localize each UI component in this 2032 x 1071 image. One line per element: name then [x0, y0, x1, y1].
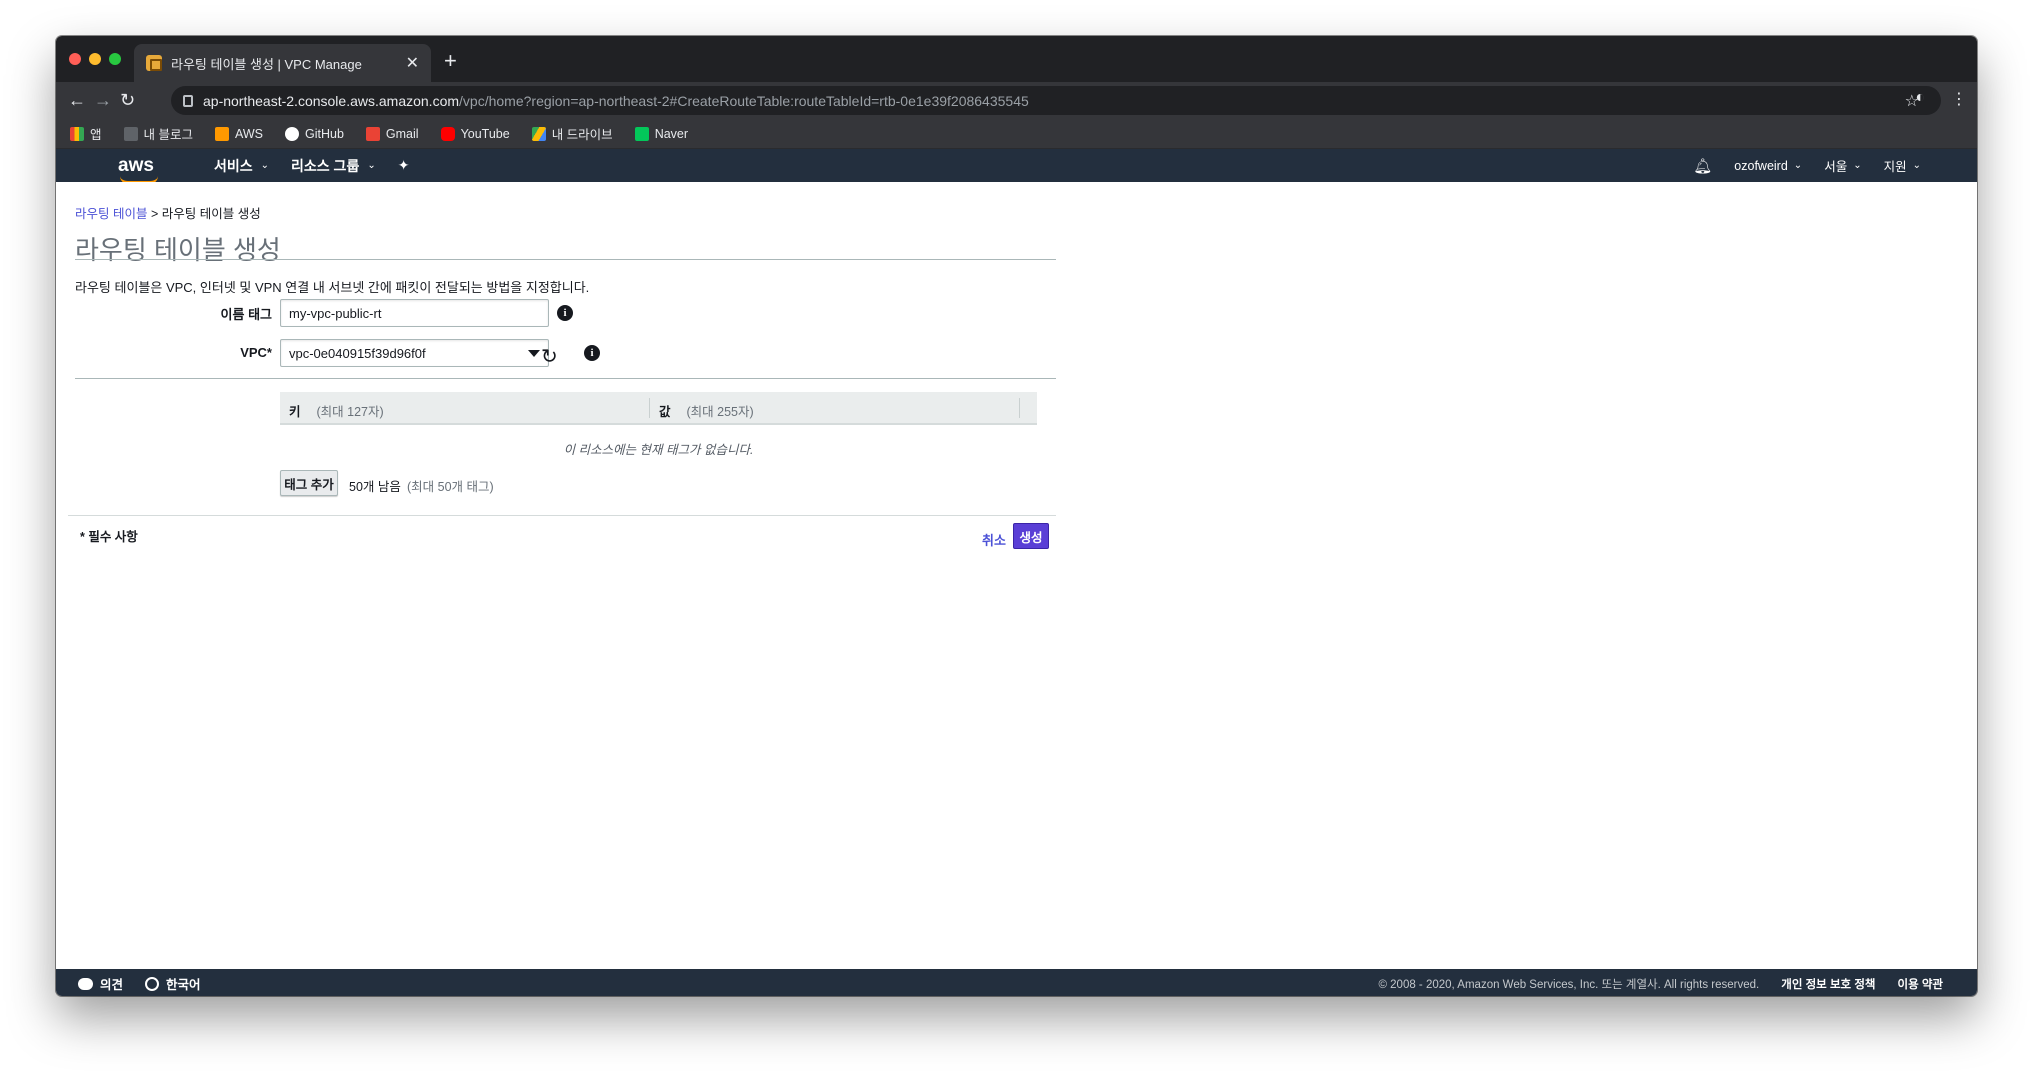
more-menu-icon[interactable]: ⋮	[1951, 89, 1967, 109]
minimize-window-button[interactable]	[89, 53, 101, 65]
aws-box-icon	[146, 55, 162, 71]
breadcrumb-separator: >	[150, 207, 159, 221]
aws-main-menu: 서비스 ⌄ 리소스 그룹 ⌄ ✦	[214, 156, 409, 176]
caret-down-icon	[528, 350, 540, 357]
column-divider	[649, 398, 650, 418]
footer-right: © 2008 - 2020, Amazon Web Services, Inc.…	[1378, 976, 1943, 992]
back-arrow-icon[interactable]: ←	[68, 90, 86, 111]
bookmark-blog[interactable]: 내 블로그	[123, 124, 193, 143]
terms-link[interactable]: 이용 약관	[1897, 976, 1943, 992]
zoom-window-button[interactable]	[109, 53, 121, 65]
tab-title: 라우팅 테이블 생성 | VPC Manage	[171, 56, 362, 72]
pin-icon[interactable]: ✦	[398, 157, 410, 174]
bookmark-aws[interactable]: AWS	[215, 126, 263, 141]
naver-icon	[634, 126, 649, 141]
footer-divider	[68, 515, 1056, 516]
copyright-text: © 2008 - 2020, Amazon Web Services, Inc.…	[1378, 979, 1760, 991]
feedback-button[interactable]: 의견	[78, 974, 123, 993]
chevron-down-icon: ⌄	[367, 160, 376, 171]
youtube-icon	[440, 126, 455, 141]
column-divider	[1019, 398, 1020, 418]
tags-empty-message: 이 리소스에는 현재 태그가 없습니다.	[563, 443, 754, 457]
close-tab-icon[interactable]: ✕	[406, 53, 419, 73]
chevron-down-icon: ⌄	[260, 160, 270, 171]
footer-left: 의견 한국어	[78, 974, 201, 993]
forward-arrow-icon[interactable]: →	[94, 90, 112, 111]
breadcrumb: 라우팅 테이블 > 라우팅 테이블 생성	[75, 203, 261, 222]
chevron-down-icon: ⌄	[1853, 160, 1862, 171]
bookmarks-bar: 앱 내 블로그 AWS GitHub Gmail YouTube 내 드라이브 …	[56, 119, 1977, 149]
chevron-down-icon: ⌄	[1793, 160, 1803, 171]
bookmark-drive[interactable]: 내 드라이브	[531, 124, 613, 143]
name-tag-label: 이름 태그	[220, 307, 272, 322]
main-content: 라우팅 테이블 > 라우팅 테이블 생성 라우팅 테이블 생성 라우팅 테이블은…	[56, 182, 1977, 772]
close-window-button[interactable]	[69, 53, 81, 65]
page-title: 라우팅 테이블 생성	[75, 235, 281, 265]
blog-icon	[123, 126, 138, 141]
resource-groups-menu[interactable]: 리소스 그룹 ⌄	[291, 156, 376, 176]
tag-value-column: 값 (최대 255자)	[659, 405, 754, 419]
account-menu[interactable]: ozofweird ⌄	[1734, 159, 1802, 173]
tags-remaining: 50개 남음	[349, 480, 401, 494]
chevron-down-icon: ⌄	[1912, 160, 1921, 171]
reload-icon[interactable]: ↻	[120, 90, 135, 111]
title-divider	[75, 259, 1056, 260]
refresh-icon[interactable]: ↻	[541, 344, 558, 369]
tags-max: (최대 50개 태그)	[407, 480, 494, 494]
cancel-button[interactable]: 취소	[982, 530, 1006, 549]
bell-icon[interactable]: 🔔︎	[1693, 157, 1712, 175]
form-divider	[75, 378, 1056, 379]
bookmark-youtube[interactable]: YouTube	[440, 126, 510, 141]
lock-icon	[183, 94, 193, 107]
services-menu[interactable]: 서비스 ⌄	[214, 156, 269, 176]
breadcrumb-route-tables-link[interactable]: 라우팅 테이블	[75, 207, 147, 221]
apps-grid-icon	[70, 126, 84, 141]
tag-key-column: 키 (최대 127자)	[289, 405, 384, 419]
privacy-link[interactable]: 개인 정보 보호 정책	[1781, 976, 1875, 992]
info-icon[interactable]: i	[584, 345, 600, 361]
aws-cube-icon	[215, 126, 229, 141]
add-tag-button[interactable]: 태그 추가	[280, 470, 338, 496]
language-selector[interactable]: 한국어	[145, 974, 201, 993]
globe-icon	[145, 976, 160, 991]
speech-bubble-icon	[78, 977, 93, 990]
support-menu[interactable]: 지원 ⌄	[1884, 156, 1921, 175]
address-bar[interactable]: ap-northeast-2.console.aws.amazon.com/vp…	[171, 86, 1941, 115]
create-button[interactable]: 생성	[1013, 523, 1049, 549]
aws-footer: 의견 한국어 © 2008 - 2020, Amazon Web Service…	[56, 969, 1977, 996]
browser-tab[interactable]: 라우팅 테이블 생성 | VPC Manage ✕	[134, 44, 431, 82]
new-tab-button[interactable]: +	[444, 48, 457, 74]
vpc-label: VPC*	[240, 345, 272, 360]
aws-header-right: 🔔︎ ozofweird ⌄ 서울 ⌄ 지원 ⌄	[1693, 149, 1921, 182]
region-menu[interactable]: 서울 ⌄	[1824, 156, 1861, 175]
window-controls	[69, 53, 121, 65]
info-icon[interactable]: i	[557, 305, 573, 321]
aws-logo[interactable]: aws	[118, 155, 172, 184]
bookmark-naver[interactable]: Naver	[634, 126, 688, 141]
url-text: ap-northeast-2.console.aws.amazon.com/vp…	[203, 92, 1029, 109]
vpc-select-value: vpc-0e040915f39d96f0f	[289, 345, 426, 361]
required-note: * 필수 사항	[80, 530, 138, 544]
gmail-icon	[365, 126, 380, 141]
tags-table-header: 키 (최대 127자) 값 (최대 255자)	[280, 392, 1037, 425]
vpc-select[interactable]: vpc-0e040915f39d96f0f	[280, 339, 549, 367]
tab-bar: 라우팅 테이블 생성 | VPC Manage ✕ +	[56, 36, 1977, 82]
bookmark-github[interactable]: GitHub	[285, 126, 344, 141]
github-icon	[285, 126, 300, 141]
bookmark-gmail[interactable]: Gmail	[365, 126, 419, 141]
browser-window: 라우팅 테이블 생성 | VPC Manage ✕ + ← → ↻ ap-nor…	[56, 36, 1977, 996]
drive-icon	[531, 126, 546, 141]
browser-toolbar: ← → ↻ ap-northeast-2.console.aws.amazon.…	[56, 82, 1977, 119]
breadcrumb-current: 라우팅 테이블 생성	[161, 207, 261, 221]
aws-console-header: aws 서비스 ⌄ 리소스 그룹 ⌄ ✦ 🔔︎ ozofweird ⌄ 서울 ⌄ 지원 ⌄	[56, 149, 1977, 184]
profile-icon[interactable]: ◐	[1915, 89, 1925, 109]
bookmark-apps[interactable]: 앱	[70, 124, 102, 143]
toolbar-actions: ◐ ⋮	[1915, 89, 1967, 109]
page-description: 라우팅 테이블은 VPC, 인터넷 및 VPN 연결 내 서브넷 간에 패킷이 …	[75, 280, 590, 295]
name-tag-input[interactable]: my-vpc-public-rt	[280, 299, 549, 327]
